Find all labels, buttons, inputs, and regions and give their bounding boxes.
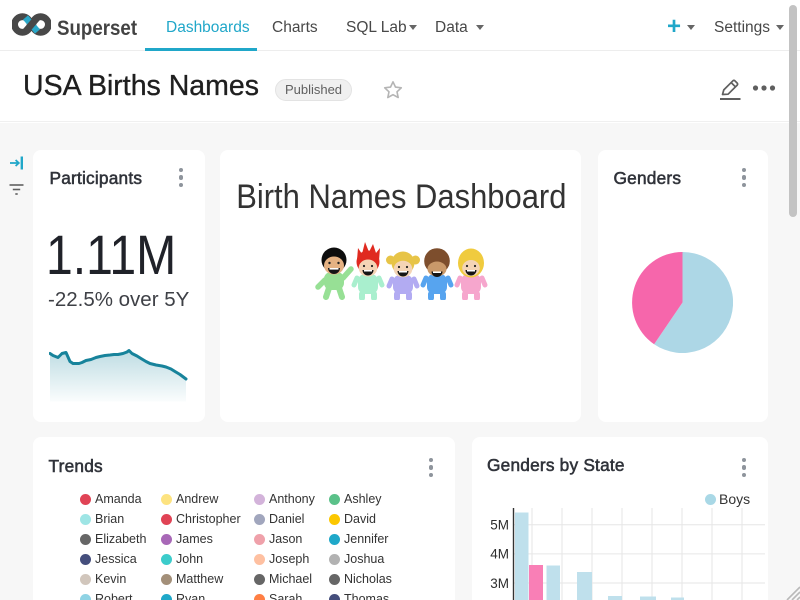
svg-text:5M: 5M xyxy=(490,518,509,533)
svg-text:3M: 3M xyxy=(490,576,509,591)
svg-text:4M: 4M xyxy=(490,547,509,562)
